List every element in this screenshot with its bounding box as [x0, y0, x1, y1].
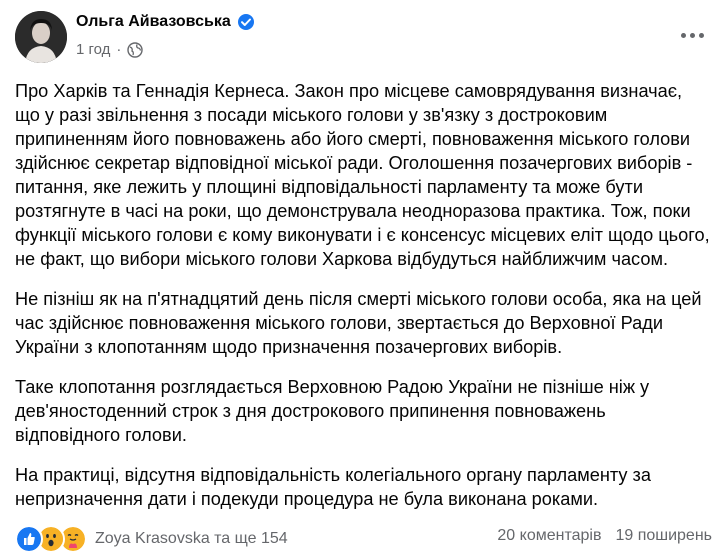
post-paragraph: Про Харків та Геннадія Кернеса. Закон пр… — [15, 81, 710, 269]
globe-icon — [127, 41, 144, 58]
more-options-icon[interactable] — [674, 23, 710, 47]
reactors-label[interactable]: Zoya Krasovska та ще 154 — [95, 530, 288, 548]
post-paragraph: Таке клопотання розглядається Верховною … — [15, 377, 650, 445]
avatar[interactable] — [15, 11, 67, 63]
post-timestamp[interactable]: 1 год — [76, 41, 110, 58]
shares-count[interactable]: 19 поширень — [615, 527, 712, 545]
like-icon — [15, 525, 43, 553]
post-paragraph: На практиці, відсутня відповідальність к… — [15, 465, 652, 509]
verified-badge-icon — [237, 14, 254, 30]
reactions-summary[interactable]: Zoya Krasovska та ще 154 — [15, 525, 288, 553]
comments-count[interactable]: 20 коментарів — [497, 527, 601, 545]
author-name[interactable]: Ольга Айвазовська — [76, 13, 231, 31]
separator-dot: · — [116, 41, 122, 58]
post-footer: Zoya Krasovska та ще 154 20 коментарів 1… — [15, 525, 712, 553]
post-paragraph: Не пізніш як на п'ятнадцятий день після … — [15, 289, 702, 357]
post-header: Ольга Айвазовська 1 год · — [15, 11, 710, 63]
post-text: Про Харків та Геннадія Кернеса. Закон пр… — [15, 79, 710, 527]
